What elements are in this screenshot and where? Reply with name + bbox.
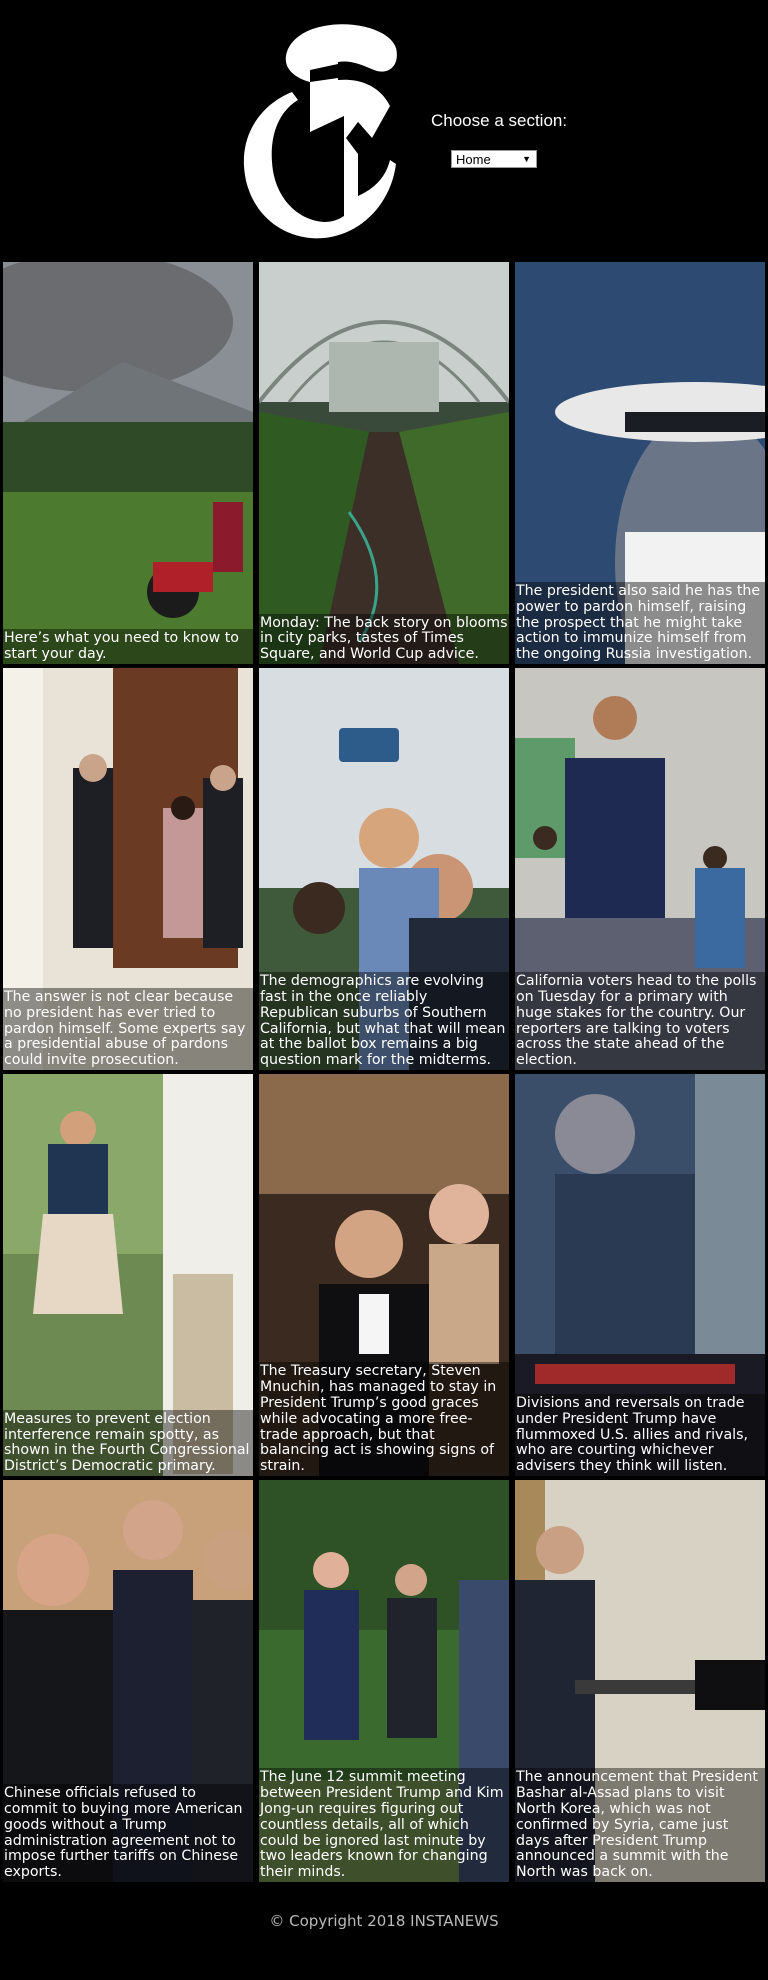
newspaper-logo-icon[interactable]	[240, 20, 400, 242]
volcano-motorbike-photo	[3, 262, 253, 664]
section-select[interactable]: Home ▼	[451, 150, 537, 168]
article-tile[interactable]: The president also said he has the power…	[515, 262, 765, 664]
article-caption: California voters head to the polls on T…	[515, 972, 765, 1070]
article-caption: The Treasury secretary, Steven Mnuchin, …	[259, 1362, 509, 1476]
article-caption: Here’s what you need to know to start yo…	[3, 629, 253, 664]
article-tile[interactable]: Here’s what you need to know to start yo…	[3, 262, 253, 664]
greenhouse-photo	[259, 262, 509, 664]
article-caption: The June 12 summit meeting between Presi…	[259, 1768, 509, 1882]
article-caption: The demographics are evolving fast in th…	[259, 972, 509, 1070]
section-select-value: Home	[456, 152, 491, 167]
article-tile[interactable]: The June 12 summit meeting between Presi…	[259, 1480, 509, 1882]
article-tile[interactable]: Monday: The back story on blooms in city…	[259, 262, 509, 664]
article-caption: The announcement that President Bashar a…	[515, 1768, 765, 1882]
page-header: Choose a section: Home ▼	[0, 0, 768, 262]
article-caption: Chinese officials refused to commit to b…	[3, 1784, 253, 1882]
section-prompt-label: Choose a section:	[431, 111, 568, 130]
dropdown-arrow-icon: ▼	[522, 154, 531, 164]
article-caption: The president also said he has the power…	[515, 582, 765, 664]
article-caption: Monday: The back story on blooms in city…	[259, 613, 509, 664]
article-caption: The answer is not clear because no presi…	[3, 988, 253, 1070]
article-tile[interactable]: Divisions and reversals on trade under P…	[515, 1074, 765, 1476]
article-tile[interactable]: Chinese officials refused to commit to b…	[3, 1480, 253, 1882]
article-tile[interactable]: The Treasury secretary, Steven Mnuchin, …	[259, 1074, 509, 1476]
article-caption: Divisions and reversals on trade under P…	[515, 1394, 765, 1476]
article-tile[interactable]: Measures to prevent election interferenc…	[3, 1074, 253, 1476]
article-tile[interactable]: The demographics are evolving fast in th…	[259, 668, 509, 1070]
article-caption: Measures to prevent election interferenc…	[3, 1409, 253, 1476]
page-footer: © Copyright 2018 INSTANEWS	[0, 1900, 768, 1980]
article-tile[interactable]: The answer is not clear because no presi…	[3, 668, 253, 1070]
article-tile[interactable]: The announcement that President Bashar a…	[515, 1480, 765, 1882]
article-tile[interactable]: California voters head to the polls on T…	[515, 668, 765, 1070]
copyright-text: © Copyright 2018 INSTANEWS	[269, 1912, 499, 1930]
